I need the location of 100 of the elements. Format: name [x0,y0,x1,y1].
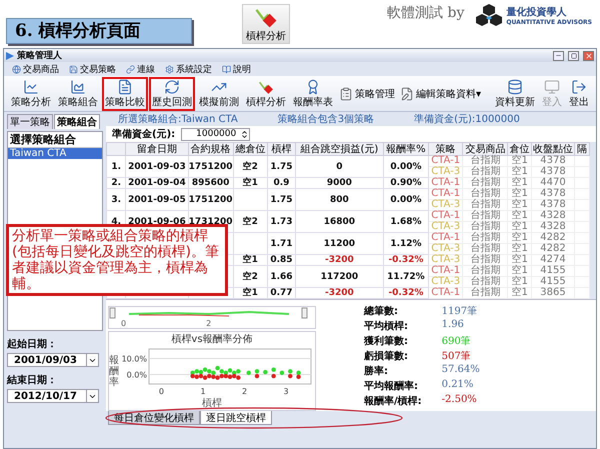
axis-tick-label: 0 [158,387,164,396]
menu-item[interactable]: 連線 [126,62,155,76]
data-point [280,370,284,376]
toolbar-button[interactable]: 報酬率表 [290,76,336,110]
toolbar-button[interactable]: 資料更新 [492,76,538,110]
info-text: 所選策略組合:Taiwan CTA [118,112,238,126]
tab[interactable]: 策略組合 [54,114,100,129]
table-cell: 1.71 [267,232,296,254]
clipboard-icon [339,86,353,100]
table-cell: 台指期 [462,222,508,232]
table-cell: 4328 [532,222,574,232]
table-cell: CTA-1 [428,266,463,276]
toolbar-button[interactable]: 登出 [566,76,592,110]
table-cell: 台指期 [462,266,508,276]
column-header[interactable]: 組合跳空損益(元) [295,142,384,156]
table-cell: 2001-09-05 [126,188,188,210]
tab[interactable]: 逐日跳空槓桿 [200,411,272,425]
table-cell: 空2 [233,266,268,288]
link-icon [126,64,135,74]
table-cell: 1.68% [383,210,428,232]
menu-item[interactable]: 交易商品 [12,62,59,76]
toolbar-button[interactable]: 策略組合 [55,76,101,110]
chart-title: 槓桿vs報酬率分佈 [171,332,253,346]
column-header[interactable]: 合約規格 [188,142,234,156]
capital-field[interactable]: 1000000 [181,128,250,140]
stat-label: 平均報酬率: [364,379,419,393]
list-item[interactable]: Taiwan CTA [8,148,102,159]
toolbar-button[interactable]: 策略比較 [102,76,148,110]
toolbar-button[interactable]: 歷史回測 [149,76,195,110]
table-cell: 1.75 [267,156,296,178]
stat-value: 1197筆 [442,305,478,318]
callout-text: 分析單一策略或組合策略的槓桿(包括每日變化及跳空的槓桿)。筆者建議以資金管理為主，槓桿為輔。 [6,224,228,296]
table-cell: CTA-1 [428,156,463,166]
toolbar-button[interactable]: 策略分析 [8,76,54,110]
toolbar-button[interactable]: 編輯策略資料▾ [398,86,484,100]
table-cell: CTA-3 [428,254,463,266]
column-header[interactable]: 報酬率% [383,142,428,156]
table-cell: 0.9 [267,178,296,188]
close-button[interactable] [583,50,594,60]
table-cell: 1.73 [267,210,296,232]
minimize-button[interactable] [553,50,564,60]
axis-tick-label: 2 [242,387,248,396]
table-cell: 9000 [295,178,384,188]
toolbar-button[interactable]: 策略管理 [337,86,397,100]
table-cell: 4282 [532,244,574,254]
menu-item[interactable]: 交易策略 [69,62,116,76]
slide-title: 6. 槓桿分析頁面 [6,18,192,44]
stat-label: 勝率: [364,364,389,378]
toolbar-button[interactable]: 槓桿分析 [243,76,289,110]
table-cell: 台指期 [462,210,508,222]
document-icon [116,78,134,94]
table-cell: 4378 [532,200,574,210]
column-header[interactable]: 交易商品 [462,142,508,156]
monitor-icon [543,78,561,94]
table-cell: 4155 [532,276,574,288]
table-cell: 0.90% [383,178,428,188]
column-header[interactable]: 倉位 [508,142,532,156]
table-cell: 4378 [532,166,574,178]
menu-item[interactable]: 系統設定 [165,62,212,76]
table-cell: 空1 [508,200,532,210]
table-cell: -0.32% [383,254,428,266]
table-cell: 0.00% [383,156,428,178]
table-cell: 0.00% [383,188,428,210]
table-cell: 台指期 [462,178,508,188]
date-label: 起始日期： [7,338,58,351]
logo-name: 量化投資學人 [506,6,568,18]
table-cell: CTA-1 [428,178,463,188]
tab[interactable]: 單一策略 [7,114,53,129]
table-cell: 3. [106,188,126,210]
table-cell: 台指期 [462,254,508,266]
table-cell: 11.72% [383,266,428,288]
column-header[interactable]: 收盤點位 [532,142,574,156]
column-header[interactable]: 槓桿 [267,142,296,156]
menu-item[interactable]: 說明 [222,62,251,76]
axis-tick-label: 0.0% [126,370,147,380]
axis-tick-label: 0 [121,319,126,328]
table-cell: CTA-1 [428,188,463,200]
table-cell: 2001-09-04 [126,178,188,188]
date-field[interactable]: 2001/09/03 [7,353,99,367]
table-cell: 空1 [508,232,532,244]
table-cell: -3200 [295,254,384,266]
table-cell: 4282 [532,232,574,244]
column-header[interactable]: 總倉位 [233,142,268,156]
refresh-icon [163,78,181,94]
table-cell: 4155 [532,266,574,276]
column-header[interactable]: 留倉日期 [126,142,188,156]
toolbar-button[interactable]: 模擬前測 [196,76,242,110]
line-chart-icon [22,78,40,94]
table-cell: 空1 [508,166,532,178]
table-cell: 4328 [532,210,574,222]
maximize-button[interactable] [568,50,579,60]
table-cell: 11200 [295,232,384,254]
table-cell: CTA-1 [428,210,463,222]
settings-icon [165,64,174,74]
column-header[interactable]: 隔 [574,142,590,156]
table-cell: 台指期 [462,156,508,166]
stat-value: 57.64% [442,364,480,377]
date-field[interactable]: 2012/10/17 [7,389,99,403]
range-navigator[interactable]: 0 2 [108,306,316,329]
column-header[interactable]: 策略 [428,142,463,156]
